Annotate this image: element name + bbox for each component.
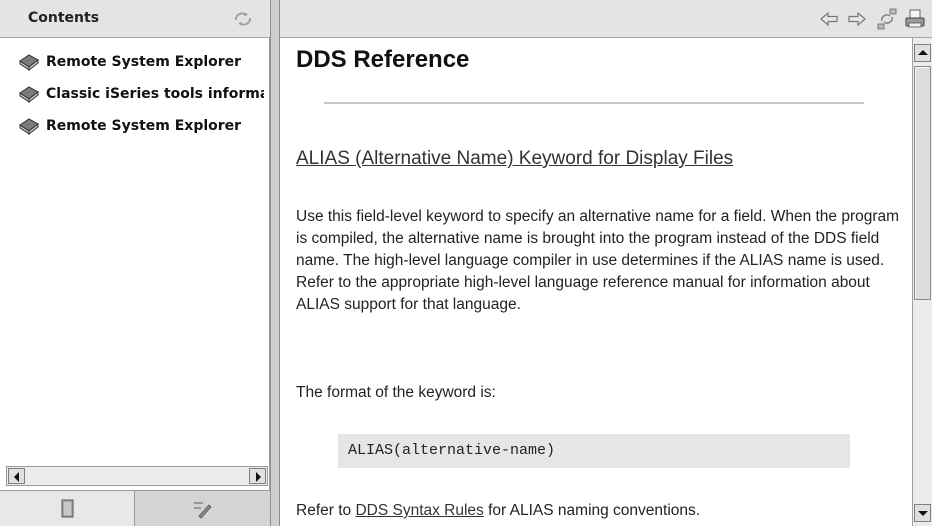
scroll-right-button[interactable] (249, 468, 266, 484)
show-in-contents-icon (877, 8, 897, 30)
show-in-contents-button[interactable] (876, 8, 898, 30)
horizontal-scrollbar[interactable] (6, 466, 268, 486)
print-icon (905, 9, 925, 28)
vertical-scrollbar[interactable] (912, 38, 932, 526)
contents-title: Contents (28, 10, 100, 26)
tree-item-remote-system-explorer-2[interactable]: Remote System Explorer (18, 114, 241, 138)
document-content: DDS Reference ALIAS (Alternative Name) K… (280, 38, 912, 526)
scroll-down-button[interactable] (914, 504, 931, 522)
link-with-contents-icon[interactable] (232, 8, 254, 30)
forward-button[interactable] (846, 8, 868, 30)
contents-pane: Contents Remote System Explorer Classic … (0, 0, 270, 526)
view-tabs (0, 490, 270, 526)
tree-item-label: Classic iSeries tools information (46, 86, 264, 102)
scroll-left-button[interactable] (8, 468, 25, 484)
tree-item-remote-system-explorer[interactable]: Remote System Explorer (18, 50, 241, 74)
pane-splitter[interactable] (270, 0, 280, 526)
contents-tab-icon (61, 499, 74, 518)
search-results-tab-icon (194, 502, 212, 519)
contents-tree: Remote System Explorer Classic iSeries t… (0, 44, 264, 464)
back-arrow-icon (820, 11, 838, 27)
tree-item-classic-iseries-tools[interactable]: Classic iSeries tools information (18, 82, 264, 106)
forward-arrow-icon (848, 11, 866, 27)
section-heading-link[interactable]: ALIAS (Alternative Name) Keyword for Dis… (296, 148, 733, 170)
document-pane: DDS Reference ALIAS (Alternative Name) K… (280, 0, 932, 526)
scrollbar-thumb[interactable] (914, 66, 931, 300)
book-icon (19, 54, 39, 72)
chevron-down-icon (918, 511, 928, 516)
book-icon (19, 86, 39, 104)
description-paragraph: Use this field-level keyword to specify … (296, 208, 900, 313)
tree-item-label: Remote System Explorer (46, 118, 242, 134)
chevron-up-icon (918, 50, 928, 55)
code-text: ALIAS(alternative-name) (348, 442, 556, 459)
scroll-up-button[interactable] (914, 44, 931, 62)
tab-contents[interactable] (0, 491, 135, 526)
refer-prefix: Refer to (296, 502, 352, 519)
title-divider (324, 102, 864, 104)
refer-suffix: for ALIAS naming conventions. (488, 502, 701, 519)
contents-header: Contents (0, 0, 270, 38)
chevron-left-icon (14, 472, 19, 482)
document-toolbar (280, 0, 932, 38)
page-title: DDS Reference (296, 46, 470, 73)
tree-item-label: Remote System Explorer (46, 54, 242, 70)
code-block: ALIAS(alternative-name) (338, 434, 850, 468)
dds-syntax-rules-link[interactable]: DDS Syntax Rules (355, 502, 483, 519)
back-button[interactable] (818, 8, 840, 30)
format-label: The format of the keyword is: (296, 384, 496, 401)
chevron-right-icon (256, 472, 261, 482)
refer-line: Refer to DDS Syntax Rules for ALIAS nami… (296, 502, 700, 520)
tab-search-results[interactable] (135, 491, 270, 526)
book-icon (19, 118, 39, 136)
print-button[interactable] (904, 8, 926, 30)
